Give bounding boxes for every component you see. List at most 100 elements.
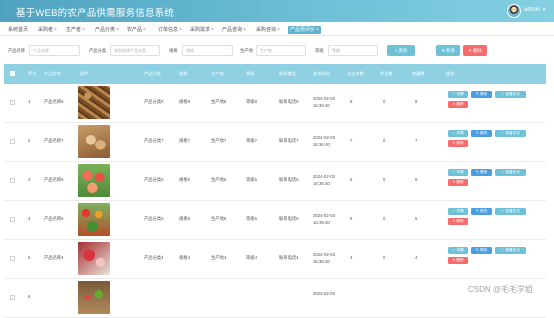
product-image [78, 86, 110, 119]
cell-name: 产品名称6 [44, 177, 64, 182]
detail-button[interactable]: ✓ 详情 [448, 169, 468, 176]
col-header-comments: 评论数 [380, 71, 393, 76]
view-comments-button[interactable]: ✓ 查看评论 [495, 247, 526, 254]
col-header-name: 产品名称 [44, 71, 61, 76]
top-header: 基于WEB的农产品供需服务信息系统 admin ▾ [0, 0, 554, 22]
detail-button[interactable]: ✓ 详情 [448, 130, 468, 137]
detail-button[interactable]: ✓ 详情 [448, 247, 468, 254]
tab-close-icon[interactable]: × [179, 27, 182, 33]
tab-close-icon[interactable]: × [243, 27, 246, 33]
cell-grade: 等级5 [246, 216, 257, 221]
view-comments-button[interactable]: ✓ 查看评论 [495, 130, 526, 137]
edit-button[interactable]: ✎ 修改 [471, 130, 492, 137]
cell-origin: 生产地7 [211, 138, 227, 143]
review-label: 查看评论 [505, 248, 520, 252]
tab-0[interactable]: 系统首页 [8, 26, 28, 34]
delete-label: 删除 [456, 180, 464, 184]
tab-6[interactable]: 采购需求× [190, 26, 214, 34]
cell-date: 2024-02-03 [313, 291, 335, 296]
cell-date: 2024-02-03 [313, 174, 335, 179]
edit-label: 修改 [479, 131, 488, 135]
tab-close-icon[interactable]: × [211, 27, 214, 33]
tab-7[interactable]: 产品咨询× [222, 26, 246, 34]
table-row[interactable]: 4 产品名称5 产品分类5 规格5 生产地5 等级5 联系电话5 5 0 5 2024-02-03 1… [4, 201, 546, 240]
table-row[interactable]: 1 产品名称8 产品分类8 规格8 生产地8 等级8 联系电话8 8 0 8 2024-02-03 1… [4, 84, 546, 123]
row-checkbox[interactable] [10, 256, 15, 261]
row-checkbox[interactable] [10, 295, 15, 300]
add-button[interactable]: ⊕ 新增 [436, 45, 460, 56]
delete-button[interactable]: ✕ 删除 [448, 218, 468, 225]
view-comments-button[interactable]: ✓ 查看评论 [495, 169, 526, 176]
select-all-checkbox[interactable] [10, 71, 15, 76]
cell-grade: 等级8 [246, 99, 257, 104]
product-name-input[interactable]: 产品名称 [29, 45, 80, 56]
cell-spec: 规格5 [179, 216, 190, 221]
grade-input[interactable]: 等级 [328, 45, 378, 56]
row-checkbox[interactable] [10, 139, 15, 144]
batch-delete-button[interactable]: ✕ 删除 [463, 45, 487, 56]
cell-favorites: 6 [415, 177, 418, 182]
cell-phone: 联系电话4 [279, 255, 299, 260]
row-checkbox[interactable] [10, 178, 15, 183]
tab-5[interactable]: 订单信息× [158, 26, 182, 34]
cell-phone: 联系电话6 [279, 177, 299, 182]
detail-button[interactable]: ✓ 详情 [448, 91, 468, 98]
delete-button[interactable]: ✕ 删除 [448, 140, 468, 147]
cell-grade: 等级4 [246, 255, 257, 260]
origin-input[interactable]: 生产地 [256, 45, 306, 56]
table-row[interactable]: 3 产品名称6 产品分类6 规格6 生产地6 等级6 联系电话6 6 0 6 2024-02-03 1… [4, 162, 546, 201]
tab-close-icon[interactable]: × [116, 27, 119, 33]
view-comments-button[interactable]: ✓ 查看评论 [495, 208, 526, 215]
delete-button[interactable]: ✕ 删除 [448, 101, 468, 108]
product-image [78, 203, 110, 236]
avatar-icon[interactable] [507, 4, 521, 18]
tab-8[interactable]: 采购咨询× [256, 26, 280, 34]
spec-input[interactable]: 规格 [182, 45, 233, 56]
view-comments-button[interactable]: ✓ 查看评论 [495, 91, 526, 98]
search-button[interactable]: ⌕ 查询 [387, 45, 415, 56]
field-label-product-name: 产品名称 [8, 48, 26, 53]
cell-origin: 生产地4 [211, 255, 227, 260]
user-name[interactable]: admin [524, 7, 540, 13]
tab-4[interactable]: 农产品× [127, 26, 146, 34]
delete-button[interactable]: ✕ 删除 [448, 257, 468, 264]
delete-button[interactable]: ✕ 删除 [448, 179, 468, 186]
col-header-date: 发布时间 [313, 71, 330, 76]
tab-label: 产品分类 [95, 27, 116, 33]
tab-close-icon[interactable]: × [54, 27, 57, 33]
edit-button[interactable]: ✎ 修改 [471, 91, 492, 98]
cell-name: 产品名称8 [44, 99, 64, 104]
detail-button[interactable]: ✓ 详情 [448, 208, 468, 215]
cell-clicks: 7 [350, 138, 353, 143]
edit-button[interactable]: ✎ 修改 [471, 208, 492, 215]
cell-index: 5 [28, 255, 31, 260]
cell-name: 产品名称4 [44, 255, 64, 260]
tab-close-icon[interactable]: × [82, 27, 85, 33]
tab-1[interactable]: 采购者× [38, 26, 57, 34]
row-checkbox[interactable] [10, 217, 15, 222]
cell-favorites: 4 [415, 255, 418, 260]
edit-button[interactable]: ✎ 修改 [471, 247, 492, 254]
chevron-down-icon[interactable]: ▾ [543, 7, 546, 13]
tab-close-icon[interactable]: × [316, 27, 319, 33]
cell-name: 产品名称5 [44, 216, 64, 221]
tab-close-icon[interactable]: × [143, 27, 146, 33]
table-header: 序号 产品名称 图片 产品分类 规格 生产地 等级 联系电话 发布时间 点击次数… [4, 64, 546, 84]
tab-3[interactable]: 产品分类× [95, 26, 119, 34]
row-checkbox[interactable] [10, 100, 15, 105]
tab-9[interactable]: 产品预评价× [288, 26, 321, 34]
category-select[interactable]: 请到选择产品分类 [110, 45, 160, 56]
cell-comments: 0 [383, 255, 386, 260]
tab-2[interactable]: 生产者× [66, 26, 85, 34]
cell-date: 2024-02-03 [313, 135, 335, 140]
edit-button[interactable]: ✎ 修改 [471, 169, 492, 176]
review-label: 查看评论 [505, 131, 520, 135]
cell-clicks: 4 [350, 255, 353, 260]
table-row[interactable]: 5 产品名称4 产品分类4 规格4 生产地4 等级4 联系电话4 4 0 4 2024-02-03 1… [4, 240, 546, 279]
cell-clicks: 8 [350, 99, 353, 104]
product-image [78, 281, 110, 314]
tab-label: 产品预评价 [290, 27, 316, 33]
table-row[interactable]: 6 2024-02-03 [4, 279, 546, 318]
tab-close-icon[interactable]: × [277, 27, 280, 33]
table-row[interactable]: 2 产品名称7 产品分类7 规格7 生产地7 等级7 联系电话7 7 0 7 2024-02-03 1… [4, 123, 546, 162]
